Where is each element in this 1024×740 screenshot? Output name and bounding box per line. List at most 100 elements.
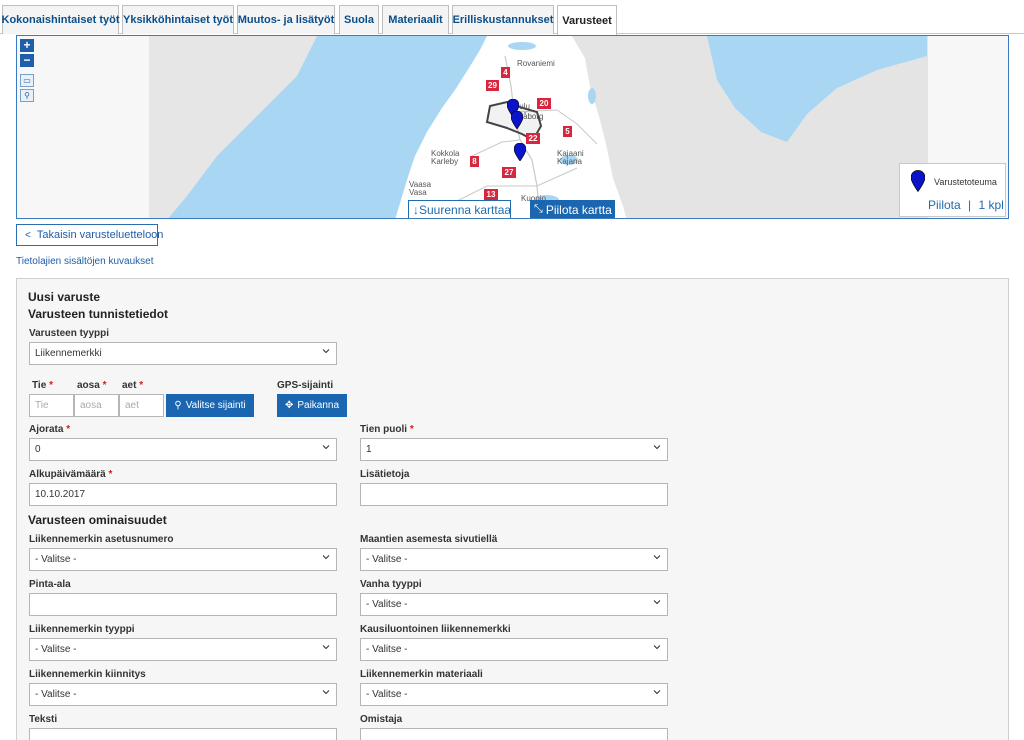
kiinnitys-label: Liikennemerkin kiinnitys [29,669,146,680]
chevron-down-icon [653,445,661,450]
pinta-ala-label: Pinta-ala [29,579,71,590]
legend-footer: Piilota | 1 kpl [928,198,1004,212]
start-date-input[interactable] [35,489,336,500]
omistaja-field[interactable] [360,728,668,740]
chevron-down-icon [653,690,661,695]
road-number-badge: 27 [502,167,516,178]
road-number-badge: 29 [486,80,499,91]
back-button-label: Takaisin varusteluetteloon [36,229,164,241]
road-number-badge: 13 [484,189,498,200]
section-properties-heading: Varusteen ominaisuudet [28,513,167,527]
teksti-input[interactable] [35,734,336,740]
asema-sivutiella-select[interactable]: - Valitse - [360,548,668,571]
asema-sivutiella-value: - Valitse - [366,554,408,565]
map-label-karleby: Karleby [431,157,459,166]
new-equipment-form: Uusi varuste Varusteen tunnistetiedot Va… [16,278,1009,740]
type-select[interactable]: Liikennemerkki [29,342,337,365]
tien-puoli-label: Tien puoli * [360,424,414,435]
legend-count: 1 kpl [978,198,1004,212]
map-label-rovaniemi: Rovaniemi [517,59,555,68]
kiinnitys-value: - Valitse - [35,689,77,700]
lm-tyyppi-select[interactable]: - Valitse - [29,638,337,661]
tab-yksikkohintaiset[interactable]: Yksikköhintaiset työt [122,5,234,34]
expand-map-button[interactable]: ↓ Suurenna karttaa [408,200,512,218]
descriptions-link[interactable]: Tietolajien sisältöjen kuvaukset [16,256,153,267]
tab-kokonaishintaiset[interactable]: Kokonaishintaiset työt [2,5,119,34]
teksti-field[interactable] [29,728,337,740]
zoom-in-button[interactable]: + [20,39,34,52]
select-location-label: Valitse sijainti [185,400,246,411]
road-number-badge: 5 [563,126,572,137]
omistaja-label: Omistaja [360,714,403,725]
chevron-down-icon [322,349,330,354]
chevron-down-icon [653,600,661,605]
road-number-badge: 8 [470,156,479,167]
collapse-icon: ⤡ [534,203,543,215]
type-label: Varusteen tyyppi [29,328,110,339]
vanha-tyyppi-label: Vanha tyyppi [360,579,422,590]
aet-label: aet * [122,380,144,391]
aosa-field[interactable] [74,394,119,417]
pinta-ala-input[interactable] [35,599,336,610]
vanha-tyyppi-select[interactable]: - Valitse - [360,593,668,616]
start-date-field[interactable] [29,483,337,506]
ajorata-value: 0 [35,444,41,455]
back-to-list-button[interactable]: < Takaisin varusteluetteloon [16,224,163,246]
expand-map-label: Suurenna karttaa [419,202,512,217]
zoom-out-button[interactable]: − [20,54,34,67]
ajorata-label: Ajorata * [29,424,71,435]
locate-label: Paikanna [297,400,340,411]
form-title: Uusi varuste [28,290,101,304]
chevron-left-icon: < [25,229,31,241]
hide-map-label: Piilota kartta [545,202,612,217]
tab-varusteet[interactable]: Varusteet [557,5,617,35]
map-layer-icon[interactable]: ▭ [20,74,34,87]
vanha-tyyppi-value: - Valitse - [366,599,408,610]
omistaja-input[interactable] [366,734,667,740]
kausiluontoinen-value: - Valitse - [366,644,408,655]
chevron-down-icon [653,555,661,560]
additional-info-label: Lisätietoja [360,469,410,480]
tie-field[interactable] [29,394,74,417]
start-date-label: Alkupäivämäärä * [29,469,113,480]
asema-sivutiella-label: Maantien asemesta sivutiellä [360,534,498,545]
kiinnitys-select[interactable]: - Valitse - [29,683,337,706]
tab-bar: Kokonaishintaiset työt Yksikköhintaiset … [0,0,1024,35]
map-measure-icon[interactable]: ⚲ [20,89,34,102]
asetusnumero-label: Liikennemerkin asetusnumero [29,534,174,545]
tab-muutos-lisatyot[interactable]: Muutos- ja lisätyöt [237,5,335,34]
legend-separator: | [968,198,972,212]
map-view[interactable]: Rovaniemi Oulu Uleåborg Kokkola Karleby … [16,35,1009,219]
legend-label: Varustetoteuma [934,177,997,187]
materiaali-select[interactable]: - Valitse - [360,683,668,706]
additional-info-field[interactable] [360,483,668,506]
tab-erilliskustannukset[interactable]: Erilliskustannukset [452,5,554,34]
gps-label: GPS-sijainti [277,380,334,391]
tab-suola[interactable]: Suola [339,5,379,34]
select-location-button[interactable]: ⚲ Valitse sijainti [166,394,254,417]
map-marker-icon[interactable] [511,111,523,129]
chevron-down-icon [653,645,661,650]
map-marker-icon[interactable] [514,143,526,161]
chevron-down-icon [322,690,330,695]
map-legend: Varustetoteuma Piilota | 1 kpl [899,163,1006,217]
road-number-badge: 22 [526,133,540,144]
hide-map-button[interactable]: ⤡ Piilota kartta [530,200,615,218]
aet-field[interactable] [119,394,164,417]
additional-info-input[interactable] [366,489,667,500]
tab-materiaalit[interactable]: Materiaalit [382,5,449,34]
kausiluontoinen-label: Kausiluontoinen liikennemerkki [360,624,511,635]
tien-puoli-select[interactable]: 1 [360,438,668,461]
aosa-input[interactable] [80,400,118,411]
section-identity-heading: Varusteen tunnistetiedot [28,307,169,321]
ajorata-select[interactable]: 0 [29,438,337,461]
pinta-ala-field[interactable] [29,593,337,616]
locate-button[interactable]: ✥ Paikanna [277,394,347,417]
tie-label: Tie * [32,380,53,391]
tie-input[interactable] [35,400,73,411]
type-select-value: Liikennemerkki [35,348,102,359]
legend-hide-link[interactable]: Piilota [928,198,961,212]
asetusnumero-select[interactable]: - Valitse - [29,548,337,571]
aet-input[interactable] [125,400,163,411]
kausiluontoinen-select[interactable]: - Valitse - [360,638,668,661]
